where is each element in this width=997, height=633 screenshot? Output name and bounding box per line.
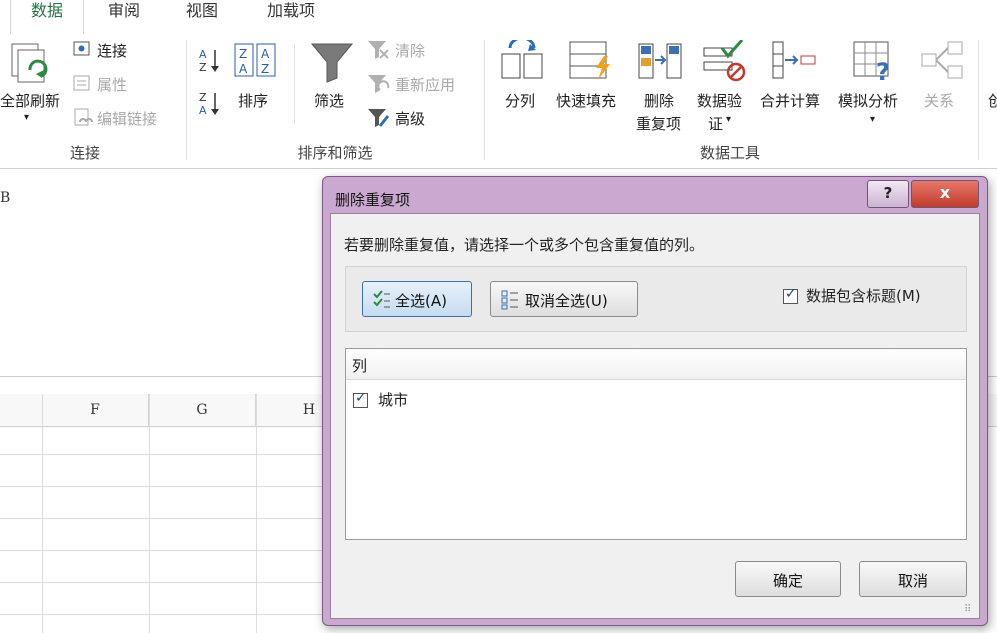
svg-text:Z: Z [239,47,247,61]
grid-line [0,486,330,487]
select-all-icon [373,290,391,314]
data-validation-icon[interactable] [702,39,748,88]
properties-button[interactable]: 属性 [97,74,127,95]
grid-line [0,550,330,551]
edit-links-button[interactable]: 编辑链接 [97,108,157,129]
grid-line [0,614,330,615]
has-headers-checkbox[interactable] [783,286,798,304]
text-to-columns-button[interactable]: 分列 [505,90,535,111]
remove-duplicates-label-1[interactable]: 删除 [644,90,674,111]
advanced-filter-icon [366,106,392,134]
ok-button[interactable]: 确定 [735,561,841,597]
svg-text:Z: Z [199,61,207,74]
what-if-analysis-icon[interactable]: ? [852,40,898,88]
relationships-button[interactable]: 关系 [924,90,954,111]
tab-addins[interactable]: 加载项 [250,0,332,33]
group-separator [484,40,485,160]
remove-duplicates-icon[interactable] [637,40,685,88]
what-if-analysis-button[interactable]: 模拟分析 [838,90,898,111]
reapply-button[interactable]: 重新应用 [395,74,455,95]
connections-icon [72,39,92,63]
dialog-instruction: 若要删除重复值，请选择一个或多个包含重复值的列。 [344,236,705,254]
column-item-label[interactable]: 城市 [378,389,408,410]
tab-view[interactable]: 视图 [170,0,234,33]
flash-fill-button[interactable]: 快速填充 [556,90,616,111]
list-header-label: 列 [352,357,368,375]
consolidate-icon[interactable] [771,40,817,88]
properties-icon [72,73,92,97]
remove-duplicates-dialog: 删除重复项 ? x 若要删除重复值，请选择一个或多个包含重复值的列。 全选(A)… [322,176,988,626]
cell-partial-text: B [0,190,11,206]
group-label-data-tools: 数据工具 [699,144,760,162]
ok-label: 确定 [772,572,803,590]
clear-button[interactable]: 清除 [395,40,425,61]
refresh-all-button[interactable]: 全部刷新 [0,90,60,111]
filter-funnel-icon[interactable] [310,40,354,88]
group-label-sort-filter: 排序和筛选 [297,144,373,162]
columns-list[interactable]: 列 城市 [345,348,967,540]
partial-ribbon-button[interactable]: 创 [988,90,997,111]
grid-line [0,454,330,455]
group-separator [186,40,187,160]
refresh-dropdown-arrow[interactable]: ▾ [24,112,29,123]
text-to-columns-icon[interactable] [500,36,544,88]
data-validation-label-1[interactable]: 数据验 [697,90,742,111]
consolidate-button[interactable]: 合并计算 [760,90,820,111]
remove-duplicates-label-2[interactable]: 重复项 [636,113,681,134]
column-item-checkbox[interactable] [353,390,368,408]
column-header-f[interactable]: F [42,394,149,426]
group-separator [978,40,979,160]
ribbon-tab-bar: 数据 审阅 视图 加载项 [0,0,997,35]
clear-filter-icon [366,38,392,66]
svg-text:A: A [199,48,207,61]
connections-button[interactable]: 连接 [97,40,127,61]
dialog-title: 删除重复项 [335,191,411,209]
flash-fill-icon[interactable] [568,40,616,88]
group-label-connections: 连接 [69,144,100,162]
select-all-button[interactable]: 全选(A) [362,281,472,317]
svg-text:?: ? [876,58,890,84]
unselect-all-icon [501,290,519,314]
ribbon: 全部刷新 ▾ 连接 属性 编辑链接 连接 AZ ZA ZAAZ 排序 筛选 清除… [0,34,997,169]
grid-line [0,518,330,519]
svg-text:A: A [239,62,248,76]
grid-line [256,394,257,633]
sort-button[interactable]: 排序 [238,90,268,111]
grid-line [0,582,330,583]
what-if-dropdown-arrow[interactable]: ▾ [870,114,875,125]
dialog-body: 若要删除重复值，请选择一个或多个包含重复值的列。 全选(A) 取消全选(U) 数… [330,213,980,619]
resize-grip-icon[interactable]: ⠿ [964,604,971,615]
tab-review[interactable]: 审阅 [92,0,156,33]
grid-line [149,394,150,633]
list-header: 列 [346,349,966,380]
svg-text:Z: Z [261,62,269,76]
cancel-button[interactable]: 取消 [859,561,967,597]
refresh-all-icon[interactable] [8,40,52,90]
unselect-all-button[interactable]: 取消全选(U) [490,281,638,317]
tab-data[interactable]: 数据 [10,0,84,35]
unselect-all-label: 取消全选(U) [525,292,608,310]
advanced-button[interactable]: 高级 [395,108,425,129]
column-header-g[interactable]: G [149,394,256,426]
divider [294,44,295,124]
svg-text:Z: Z [199,91,207,104]
sort-az-icon[interactable]: AZ [197,46,223,80]
reapply-icon [366,72,392,100]
data-validation-label-2[interactable]: 证 [708,113,723,134]
filter-button[interactable]: 筛选 [314,90,344,111]
select-all-label: 全选(A) [395,292,447,310]
relationships-icon [920,40,966,88]
has-headers-label[interactable]: 数据包含标题(M) [806,285,921,306]
svg-text:A: A [199,104,207,117]
options-panel: 全选(A) 取消全选(U) 数据包含标题(M) [345,266,967,332]
edit-links-icon [72,107,94,133]
validation-dropdown-arrow[interactable]: ▾ [726,114,731,125]
sort-za-icon[interactable]: ZA [197,89,223,123]
svg-text:A: A [261,47,270,61]
help-button[interactable]: ? [867,180,909,208]
sort-icon[interactable]: ZAAZ [233,42,279,84]
cancel-label: 取消 [897,572,928,590]
grid-line [42,394,43,633]
close-button[interactable]: x [911,180,979,208]
